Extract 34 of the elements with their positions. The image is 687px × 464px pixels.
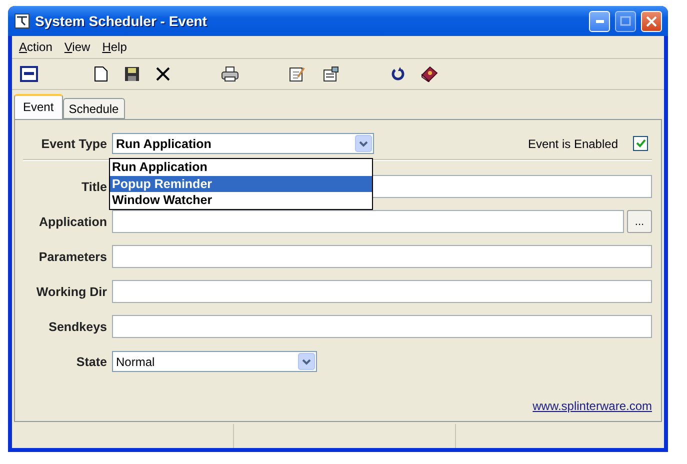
dropdown-option[interactable]: Popup Reminder bbox=[110, 176, 372, 192]
field-label: Event Type bbox=[40, 136, 107, 150]
menu-item[interactable]: Action bbox=[14, 39, 58, 55]
tab[interactable]: Schedule bbox=[62, 98, 125, 119]
exit-icon[interactable] bbox=[18, 63, 40, 85]
field-label: State bbox=[75, 354, 107, 368]
input-field[interactable] bbox=[112, 245, 652, 268]
close-icon bbox=[646, 16, 657, 26]
input-field[interactable] bbox=[112, 315, 652, 338]
app-icon bbox=[14, 13, 30, 29]
field-label: Application bbox=[38, 214, 107, 228]
field-label: Title bbox=[80, 180, 107, 194]
field-label: Sendkeys bbox=[48, 320, 107, 334]
dropdown-value: Normal bbox=[116, 354, 155, 368]
menu-item[interactable]: View bbox=[59, 39, 96, 55]
minimize-icon bbox=[596, 20, 604, 22]
state-dropdown[interactable]: Normal bbox=[112, 351, 317, 372]
dropdown-value: Run Application bbox=[116, 136, 212, 150]
minimize-button[interactable] bbox=[589, 10, 610, 32]
input-field[interactable] bbox=[112, 280, 652, 303]
field-label: Parameters bbox=[38, 250, 107, 264]
field-label: Working Dir bbox=[35, 284, 107, 298]
browse-button[interactable]: ... bbox=[627, 210, 652, 233]
maximize-button[interactable] bbox=[615, 10, 636, 32]
input-field[interactable] bbox=[112, 210, 624, 233]
close-button[interactable] bbox=[641, 10, 662, 32]
checkbox-label: Event is Enabled bbox=[528, 136, 618, 150]
menu-item[interactable]: Help bbox=[97, 39, 132, 55]
website-link[interactable]: www.splinterware.com bbox=[532, 399, 652, 413]
maximize-icon bbox=[620, 16, 631, 26]
tab[interactable]: Event bbox=[14, 94, 63, 119]
enabled-checkbox[interactable] bbox=[633, 136, 648, 151]
event-type-dropdown[interactable]: Run Application bbox=[112, 133, 374, 154]
window-title: System Scheduler - Event bbox=[35, 13, 208, 29]
